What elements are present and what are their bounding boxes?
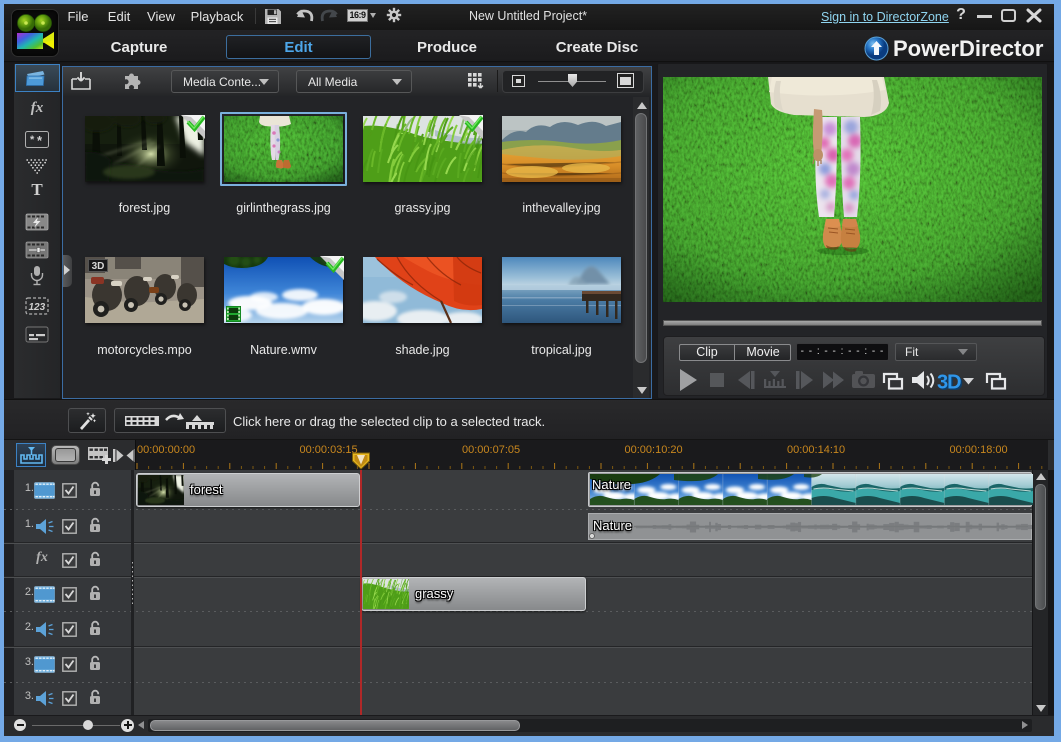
- svg-text:123: 123: [29, 302, 46, 313]
- svg-text:*: *: [30, 134, 35, 146]
- svg-text:3D: 3D: [937, 372, 961, 394]
- svg-text:*: *: [37, 133, 43, 148]
